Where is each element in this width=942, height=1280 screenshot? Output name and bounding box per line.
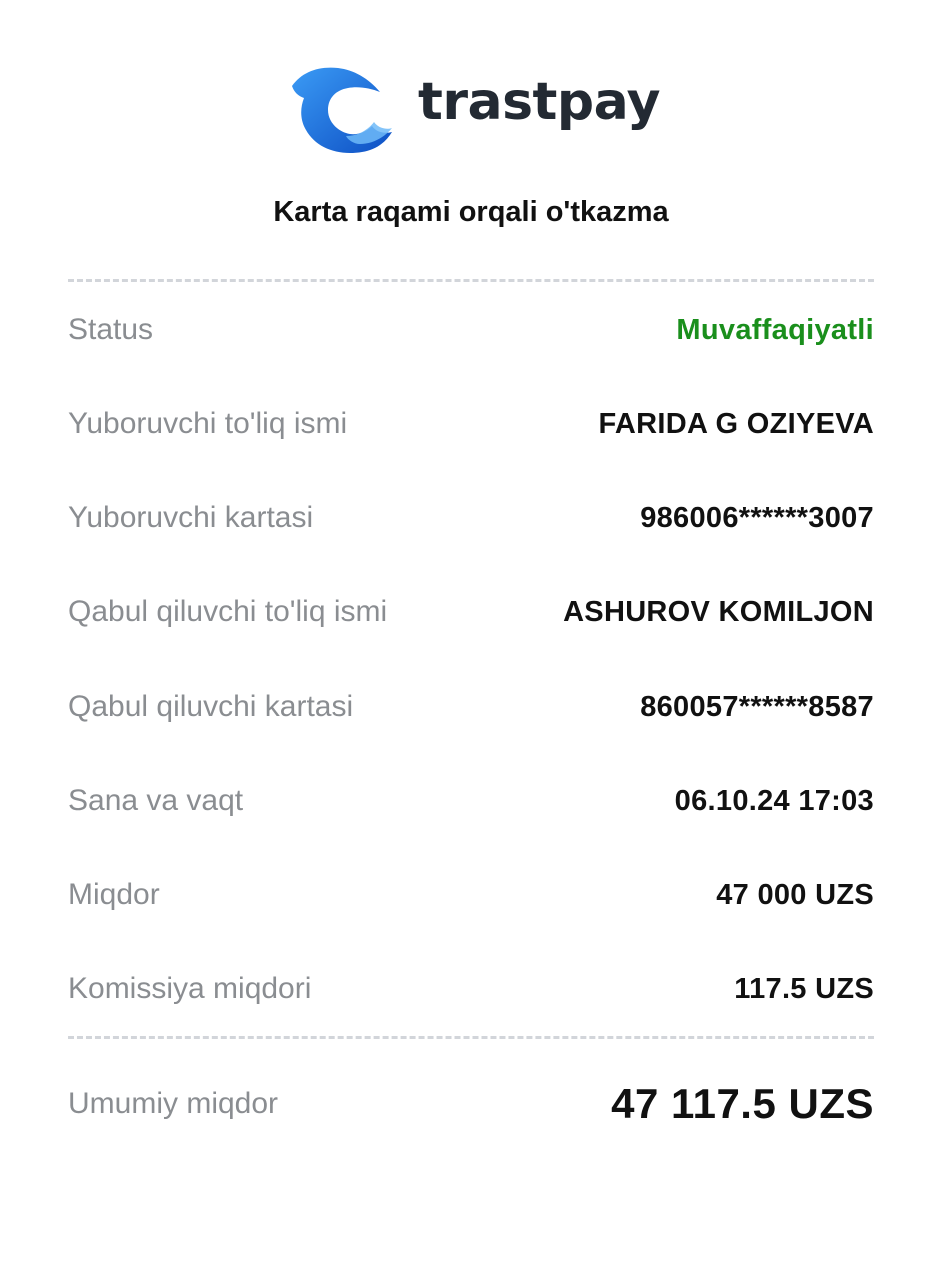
brand-name: trastpay	[418, 72, 661, 132]
commission-row: Komissiya miqdori 117.5 UZS	[68, 967, 874, 1011]
datetime-row: Sana va vaqt 06.10.24 17:03	[68, 779, 874, 823]
status-row: Status Muvaffaqiyatli	[68, 308, 874, 352]
recipient-name-row: Qabul qiluvchi to'liq ismi ASHUROV KOMIL…	[68, 590, 874, 634]
amount-value: 47 000 UZS	[716, 878, 874, 911]
amount-row: Miqdor 47 000 UZS	[68, 873, 874, 917]
commission-value: 117.5 UZS	[734, 972, 874, 1005]
sender-card-label: Yuboruvchi kartasi	[68, 501, 314, 534]
bottom-divider	[68, 1036, 874, 1039]
recipient-card-value: 860057******8587	[640, 690, 874, 723]
brand-logo: trastpay	[288, 62, 661, 154]
datetime-value: 06.10.24 17:03	[674, 784, 874, 817]
sender-name-label: Yuboruvchi to'liq ismi	[68, 407, 348, 440]
amount-label: Miqdor	[68, 878, 160, 911]
total-row: Umumiy miqdor 47 117.5 UZS	[68, 1074, 874, 1134]
top-divider	[68, 279, 874, 282]
recipient-card-label: Qabul qiluvchi kartasi	[68, 690, 354, 723]
recipient-card-row: Qabul qiluvchi kartasi 860057******8587	[68, 685, 874, 729]
datetime-label: Sana va vaqt	[68, 784, 244, 817]
commission-label: Komissiya miqdori	[68, 972, 312, 1005]
recipient-name-value: ASHUROV KOMILJON	[563, 595, 874, 628]
sender-card-value: 986006******3007	[640, 501, 874, 534]
sender-card-row: Yuboruvchi kartasi 986006******3007	[68, 496, 874, 540]
dolphin-logo-icon	[292, 67, 392, 154]
recipient-name-label: Qabul qiluvchi to'liq ismi	[68, 595, 388, 628]
receipt-title: Karta raqami orqali o'tkazma	[273, 196, 669, 228]
total-label: Umumiy miqdor	[68, 1087, 279, 1120]
status-label: Status	[68, 313, 154, 346]
status-value: Muvaffaqiyatli	[676, 313, 874, 346]
sender-name-value: FARIDA G OZIYEVA	[598, 407, 874, 440]
sender-name-row: Yuboruvchi to'liq ismi FARIDA G OZIYEVA	[68, 402, 874, 446]
total-value: 47 117.5 UZS	[611, 1080, 874, 1127]
